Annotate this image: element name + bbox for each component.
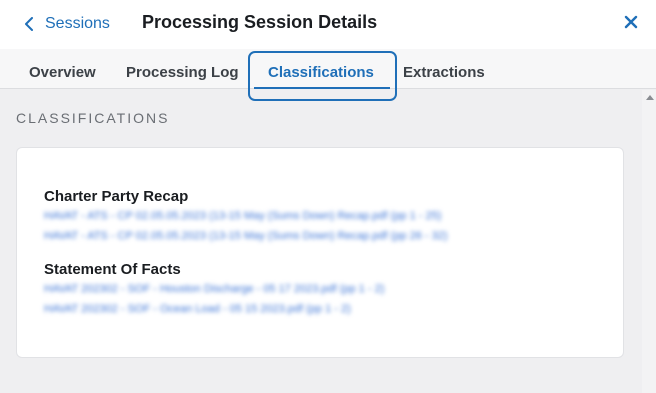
file-link[interactable]: HAVAT 202302 - SOF - Houston Discharge -… <box>44 283 384 295</box>
group-title-statement-of-facts: Statement Of Facts <box>44 261 181 278</box>
tab-bar: Overview Processing Log Classifications … <box>0 49 656 89</box>
scrollbar[interactable] <box>642 90 656 393</box>
close-button[interactable] <box>622 13 640 31</box>
back-label: Sessions <box>45 15 110 32</box>
tab-extractions[interactable]: Extractions <box>403 64 485 81</box>
chevron-left-icon <box>25 17 33 31</box>
scroll-up-arrow-icon[interactable] <box>646 95 654 100</box>
section-heading: CLASSIFICATIONS <box>16 110 170 126</box>
page-title: Processing Session Details <box>142 12 378 32</box>
file-link[interactable]: HAVAT - ATS - CP 02.05.05.2023 (13-15 Ma… <box>44 210 441 222</box>
file-link[interactable]: HAVAT 202302 - SOF - Ocean Load - 05 15 … <box>44 303 351 315</box>
classifications-card: Charter Party Recap HAVAT - ATS - CP 02.… <box>16 147 624 358</box>
file-link[interactable]: HAVAT - ATS - CP 02.05.05.2023 (13-15 Ma… <box>44 230 448 242</box>
tab-classifications[interactable]: Classifications <box>268 64 374 81</box>
tab-processing-log[interactable]: Processing Log <box>126 64 239 81</box>
group-title-charter-party-recap: Charter Party Recap <box>44 188 189 205</box>
active-tab-indicator <box>254 87 390 89</box>
header-bar: Sessions Processing Session Details <box>0 0 656 49</box>
back-to-sessions-link[interactable]: Sessions <box>24 13 110 35</box>
close-icon <box>624 15 638 29</box>
tab-overview[interactable]: Overview <box>29 64 96 81</box>
